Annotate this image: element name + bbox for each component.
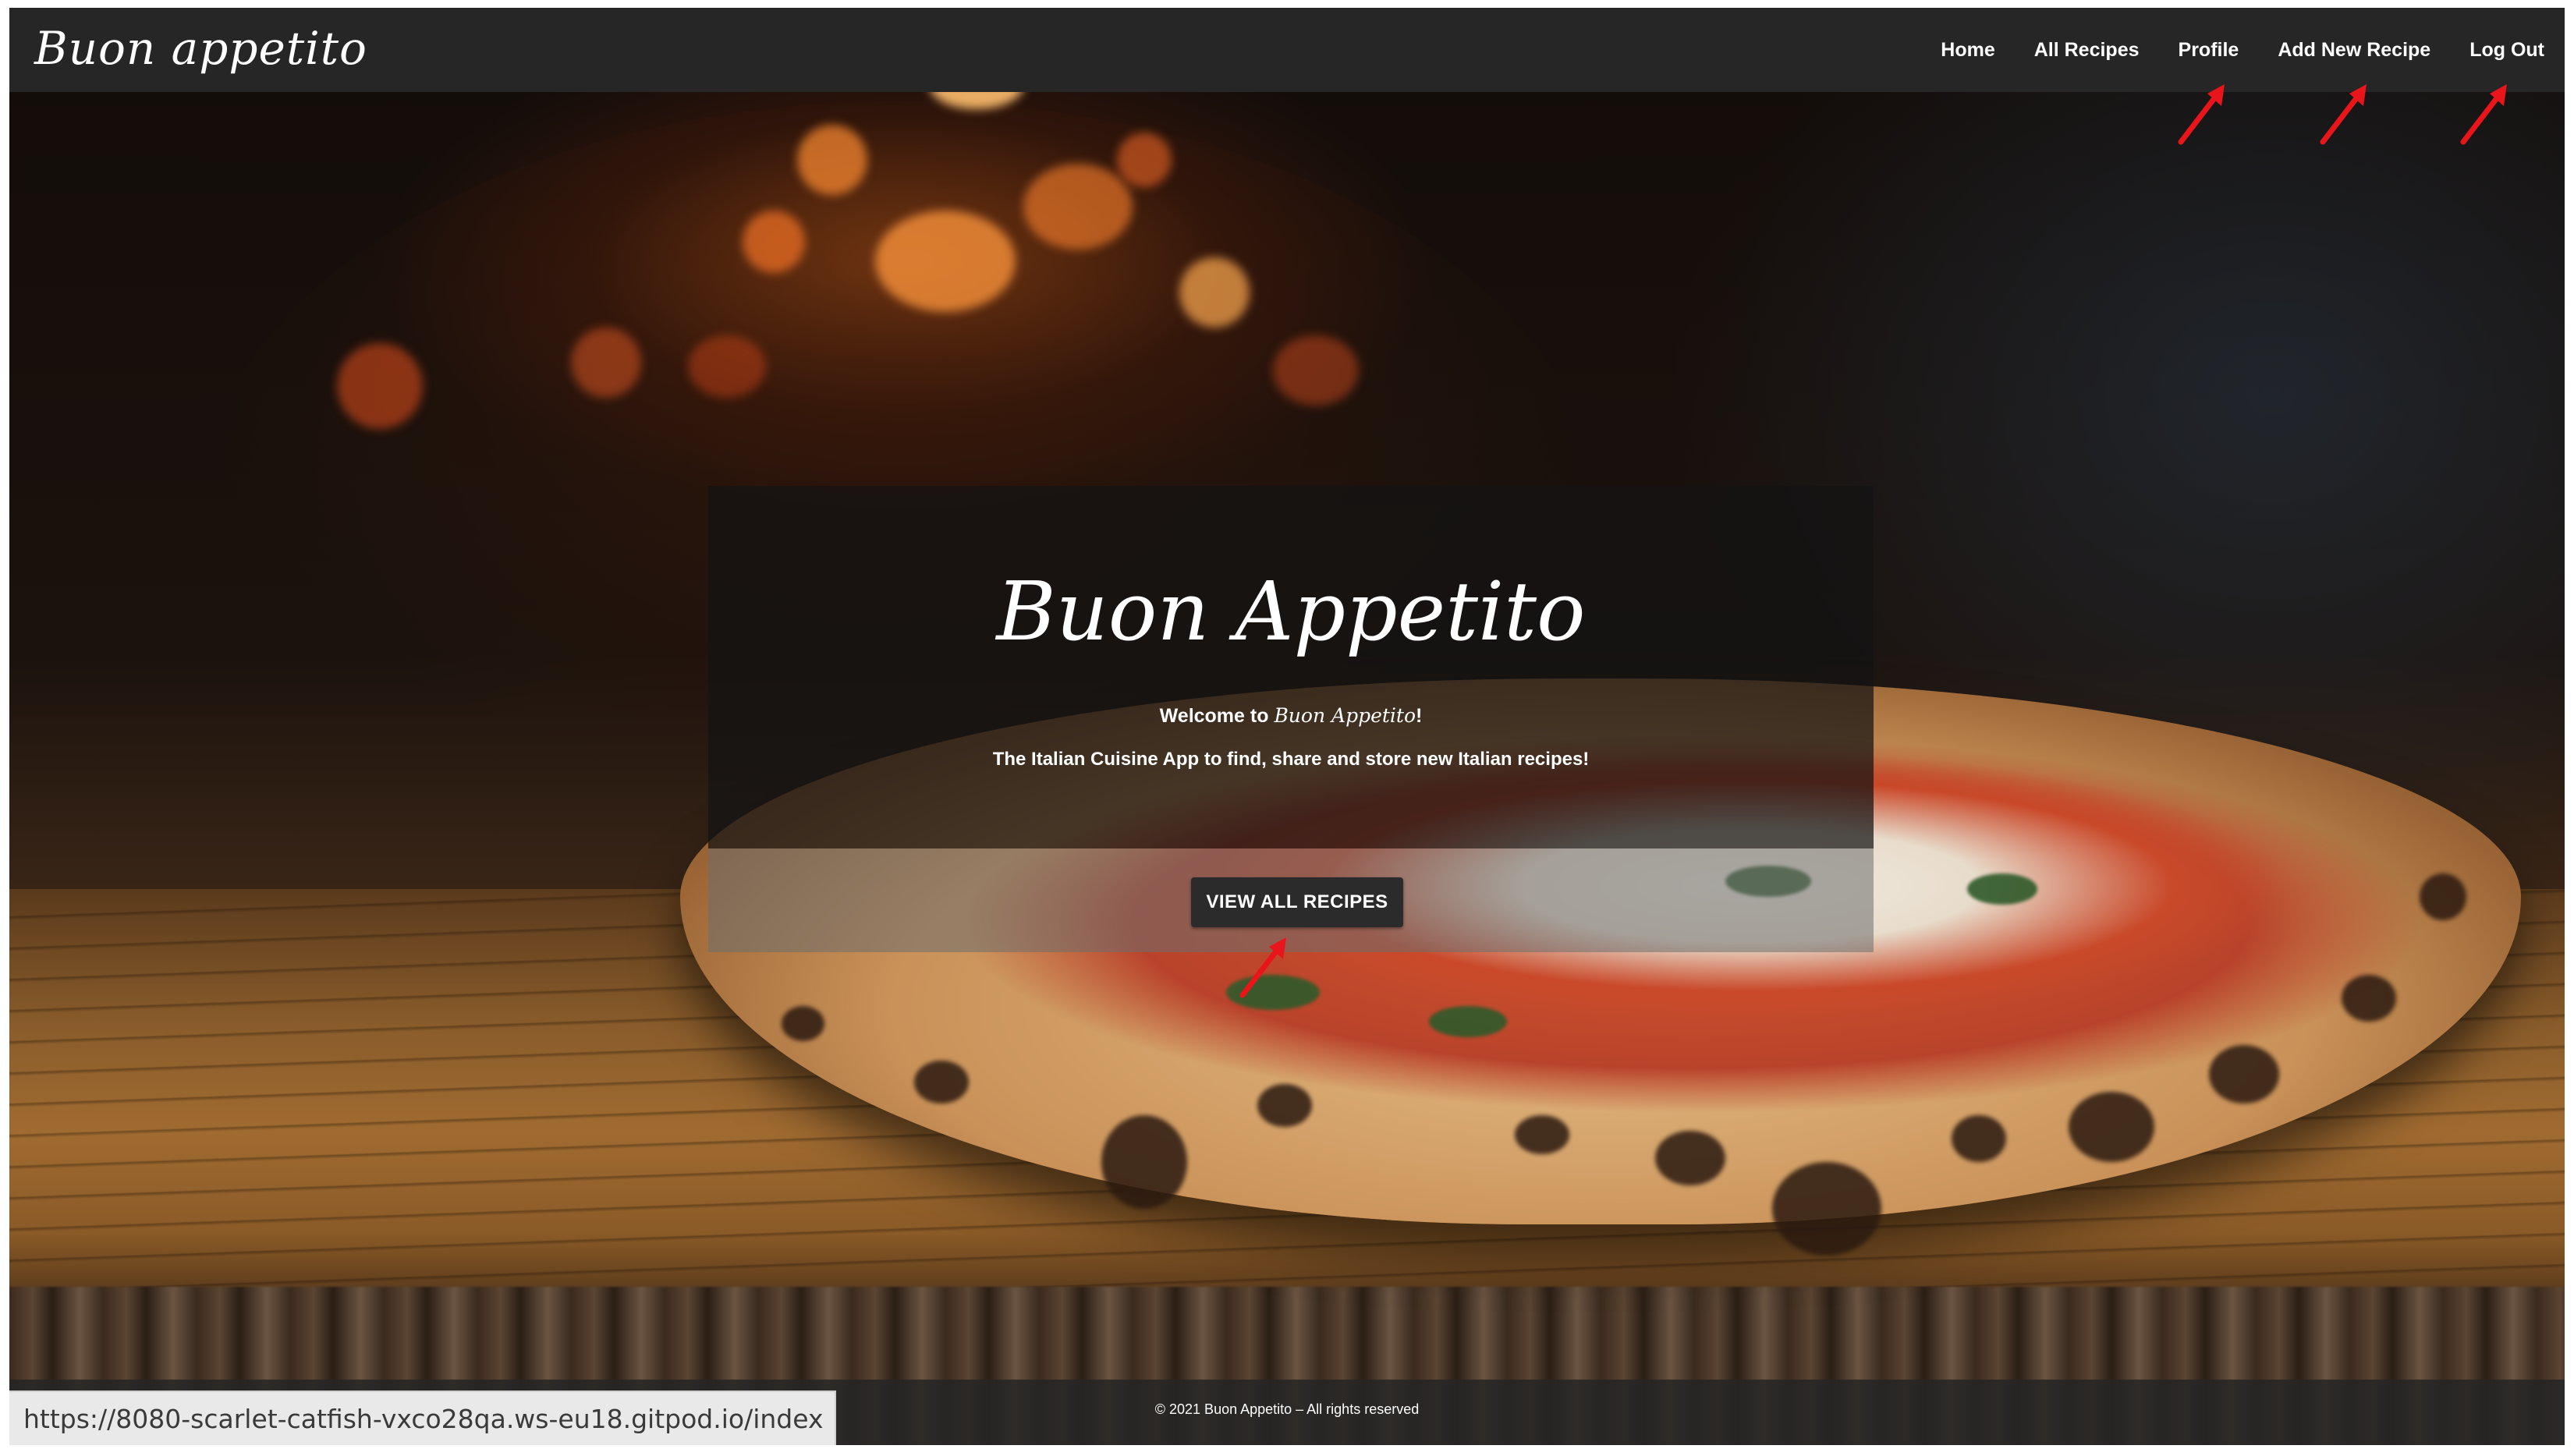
nav-link-profile[interactable]: Profile <box>2179 39 2239 62</box>
view-all-recipes-button[interactable]: VIEW ALL RECIPES <box>1191 877 1403 927</box>
welcome-suffix: ! <box>1416 705 1423 727</box>
welcome-app-name: Buon Appetito <box>1274 704 1416 727</box>
browser-viewport: Buon appetito Home All Recipes Profile A… <box>9 8 2565 1445</box>
main-nav: Home All Recipes Profile Add New Recipe … <box>1941 8 2544 92</box>
nav-link-home[interactable]: Home <box>1941 39 1994 62</box>
annotation-arrow-profile-icon <box>2178 84 2225 145</box>
annotation-arrow-add-recipe-icon <box>2320 84 2367 145</box>
annotation-arrow-log-out-icon <box>2460 84 2507 145</box>
nav-link-log-out[interactable]: Log Out <box>2469 39 2544 62</box>
nav-link-all-recipes[interactable]: All Recipes <box>2034 39 2140 62</box>
hero-welcome: Welcome to Buon Appetito! <box>708 704 1874 728</box>
brand-logo[interactable]: Buon appetito <box>34 22 367 75</box>
welcome-prefix: Welcome to <box>1159 705 1275 727</box>
nav-link-add-new-recipe[interactable]: Add New Recipe <box>2278 39 2430 62</box>
annotation-arrow-button-icon <box>1239 937 1286 998</box>
browser-status-url: https://8080-scarlet-catfish-vxco28qa.ws… <box>9 1390 836 1445</box>
hero-card: Buon Appetito Welcome to Buon Appetito! … <box>708 486 1874 848</box>
hero-tagline: The Italian Cuisine App to find, share a… <box>992 749 1590 770</box>
navbar: Buon appetito Home All Recipes Profile A… <box>9 8 2565 92</box>
hero-title: Buon Appetito <box>996 564 1586 659</box>
